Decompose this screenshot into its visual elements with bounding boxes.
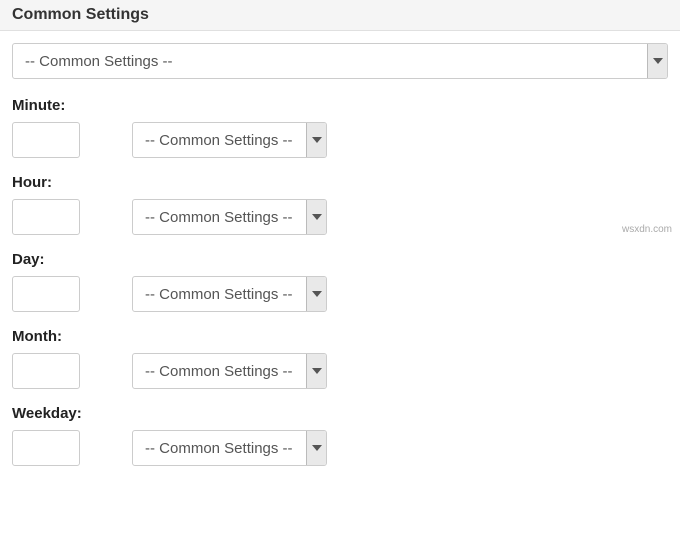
month-row: -- Common Settings -- — [12, 353, 668, 389]
day-group: Day: -- Common Settings -- — [12, 251, 668, 312]
common-settings-select-value: -- Common Settings -- — [13, 53, 647, 70]
weekday-group: Weekday: -- Common Settings -- — [12, 405, 668, 466]
day-row: -- Common Settings -- — [12, 276, 668, 312]
day-common-select[interactable]: -- Common Settings -- — [132, 276, 327, 312]
weekday-label: Weekday: — [12, 405, 668, 422]
chevron-down-icon — [647, 44, 667, 78]
minute-label: Minute: — [12, 97, 668, 114]
hour-row: -- Common Settings -- — [12, 199, 668, 235]
settings-panel: -- Common Settings -- Minute: -- Common … — [0, 31, 680, 494]
minute-common-select-value: -- Common Settings -- — [133, 132, 306, 149]
minute-row: -- Common Settings -- — [12, 122, 668, 158]
hour-label: Hour: — [12, 174, 668, 191]
section-header: Common Settings — [0, 0, 680, 31]
minute-input[interactable] — [12, 122, 80, 158]
weekday-common-select-value: -- Common Settings -- — [133, 440, 306, 457]
common-settings-select-wrap: -- Common Settings -- — [12, 43, 668, 79]
month-common-select-value: -- Common Settings -- — [133, 363, 306, 380]
chevron-down-icon — [306, 354, 326, 388]
day-label: Day: — [12, 251, 668, 268]
chevron-down-icon — [306, 277, 326, 311]
hour-group: Hour: -- Common Settings -- — [12, 174, 668, 235]
day-common-select-value: -- Common Settings -- — [133, 286, 306, 303]
month-input[interactable] — [12, 353, 80, 389]
month-group: Month: -- Common Settings -- — [12, 328, 668, 389]
section-title: Common Settings — [12, 6, 149, 23]
month-label: Month: — [12, 328, 668, 345]
hour-common-select-value: -- Common Settings -- — [133, 209, 306, 226]
chevron-down-icon — [306, 123, 326, 157]
common-settings-select[interactable]: -- Common Settings -- — [12, 43, 668, 79]
weekday-common-select[interactable]: -- Common Settings -- — [132, 430, 327, 466]
minute-common-select[interactable]: -- Common Settings -- — [132, 122, 327, 158]
hour-common-select[interactable]: -- Common Settings -- — [132, 199, 327, 235]
chevron-down-icon — [306, 200, 326, 234]
weekday-row: -- Common Settings -- — [12, 430, 668, 466]
weekday-input[interactable] — [12, 430, 80, 466]
hour-input[interactable] — [12, 199, 80, 235]
chevron-down-icon — [306, 431, 326, 465]
month-common-select[interactable]: -- Common Settings -- — [132, 353, 327, 389]
day-input[interactable] — [12, 276, 80, 312]
minute-group: Minute: -- Common Settings -- — [12, 97, 668, 158]
